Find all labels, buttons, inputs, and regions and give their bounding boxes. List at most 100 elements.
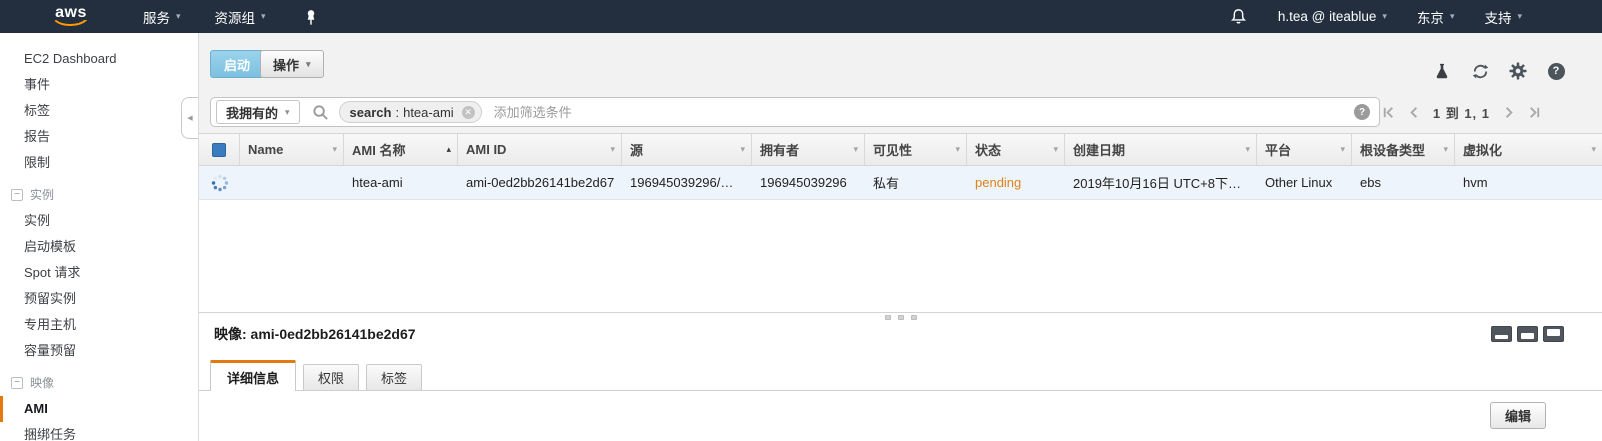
- sidebar-item-tags[interactable]: 标签: [0, 98, 198, 124]
- help-icon[interactable]: ?: [1546, 61, 1566, 81]
- next-page-icon[interactable]: [1501, 105, 1516, 120]
- top-navigation-bar: aws 服务 ▾ 资源组 ▾: [0, 0, 1602, 33]
- tab-tags[interactable]: 标签: [366, 364, 422, 390]
- tab-permissions[interactable]: 权限: [303, 364, 359, 390]
- pagination-controls: 1 到 1, 1: [1381, 97, 1542, 127]
- search-filter-chip[interactable]: search : htea-ami ✕: [339, 101, 482, 123]
- aws-logo[interactable]: aws: [55, 6, 87, 27]
- pane-layout-toggles: [1491, 326, 1564, 342]
- cell-owner: 196945039296: [752, 175, 865, 190]
- sidebar-item-limits[interactable]: 限制: [0, 150, 198, 176]
- column-header-platform[interactable]: 平台 ▾: [1257, 134, 1352, 165]
- collapse-minus-icon: −: [11, 189, 23, 201]
- aws-logo-text: aws: [55, 6, 87, 20]
- refresh-icon[interactable]: [1470, 61, 1490, 81]
- nav-account-menu[interactable]: h.tea @ iteablue ▾: [1278, 9, 1387, 24]
- column-header-root-device-type[interactable]: 根设备类型 ▾: [1352, 134, 1455, 165]
- column-header-ami-name[interactable]: AMI 名称 ▴: [344, 134, 458, 165]
- column-header-virtualization[interactable]: 虚拟化 ▾: [1455, 134, 1602, 165]
- tab-details[interactable]: 详细信息: [210, 360, 296, 391]
- cell-ami-name: htea-ami: [344, 175, 458, 190]
- sidebar-item-bundle-tasks[interactable]: 捆绑任务: [0, 422, 198, 441]
- sidebar-section-instances[interactable]: − 实例: [0, 182, 198, 208]
- nav-support-menu[interactable]: 支持 ▾: [1484, 7, 1522, 27]
- sort-down-icon: ▾: [955, 144, 960, 155]
- main-content: 启动 操作 ▾: [199, 33, 1602, 441]
- pin-icon[interactable]: [302, 8, 320, 26]
- chevron-down-icon: ▾: [306, 59, 311, 70]
- previous-page-icon[interactable]: [1407, 105, 1422, 120]
- chip-value: htea-ami: [403, 105, 454, 120]
- chevron-down-icon: ▾: [176, 11, 181, 22]
- sidebar-item-dedicated-hosts[interactable]: 专用主机: [0, 312, 198, 338]
- pane-layout-small-icon[interactable]: [1491, 326, 1512, 342]
- column-header-ami-id[interactable]: AMI ID ▾: [458, 134, 622, 165]
- search-icon: [312, 104, 329, 121]
- ami-table-header: Name ▾ AMI 名称 ▴ AMI ID ▾ 源 ▾ 拥有者 ▾ 可见性 ▾: [199, 133, 1602, 166]
- experiments-flask-icon[interactable]: [1432, 61, 1452, 81]
- last-page-icon[interactable]: [1527, 105, 1542, 120]
- edit-button[interactable]: 编辑: [1490, 402, 1546, 429]
- sidebar-navigation: EC2 Dashboard 事件 标签 报告 限制 − 实例 实例 启动模板 S…: [0, 33, 199, 441]
- sidebar-item-ec2-dashboard[interactable]: EC2 Dashboard: [0, 46, 198, 72]
- nav-resource-groups-menu[interactable]: 资源组 ▾: [215, 7, 266, 27]
- sidebar-item-capacity-reservations[interactable]: 容量预留: [0, 338, 198, 364]
- sidebar-item-instances[interactable]: 实例: [0, 208, 198, 234]
- column-header-creation-date[interactable]: 创建日期 ▾: [1065, 134, 1257, 165]
- cell-visibility: 私有: [865, 173, 967, 192]
- column-header-owner[interactable]: 拥有者 ▾: [752, 134, 865, 165]
- row-status-cell: [199, 174, 240, 192]
- sidebar-section-images[interactable]: − 映像: [0, 370, 198, 396]
- sort-down-icon: ▾: [1245, 144, 1250, 155]
- settings-gear-icon[interactable]: [1508, 61, 1528, 81]
- sidebar-item-reports[interactable]: 报告: [0, 124, 198, 150]
- sort-down-icon: ▾: [853, 144, 858, 155]
- launch-button[interactable]: 启动: [210, 50, 264, 78]
- first-page-icon[interactable]: [1381, 105, 1396, 120]
- column-header-source[interactable]: 源 ▾: [622, 134, 752, 165]
- column-header-status[interactable]: 状态 ▾: [967, 134, 1065, 165]
- detail-panel: 映像: ami-0ed2bb26141be2d67 详细信息 权限 标签 编辑: [199, 312, 1602, 440]
- owner-filter-dropdown[interactable]: 我拥有的 ▾: [216, 100, 300, 124]
- detail-tab-content: 编辑: [199, 391, 1602, 429]
- cell-platform: Other Linux: [1257, 175, 1352, 190]
- toolbar-area: 启动 操作 ▾: [199, 33, 1602, 133]
- actions-dropdown-button[interactable]: 操作 ▾: [260, 50, 324, 78]
- pane-layout-medium-icon[interactable]: [1517, 326, 1538, 342]
- cell-source: 196945039296/…: [622, 175, 752, 190]
- detail-tabs: 详细信息 权限 标签: [199, 360, 1602, 391]
- sort-up-icon: ▴: [446, 144, 451, 155]
- remove-filter-icon[interactable]: ✕: [462, 106, 475, 119]
- sort-down-icon: ▾: [740, 144, 745, 155]
- chevron-down-icon: ▾: [1450, 11, 1455, 22]
- sidebar-item-spot-requests[interactable]: Spot 请求: [0, 260, 198, 286]
- sort-down-icon: ▾: [1443, 144, 1448, 155]
- topnav-right-group: h.tea @ iteablue ▾ 东京 ▾ 支持 ▾: [1229, 7, 1602, 27]
- sidebar-item-launch-templates[interactable]: 启动模板: [0, 234, 198, 260]
- pane-layout-large-icon[interactable]: [1543, 326, 1564, 342]
- search-help-icon[interactable]: ?: [1354, 104, 1370, 120]
- sidebar-item-ami[interactable]: AMI: [0, 396, 198, 422]
- aws-ec2-console: aws 服务 ▾ 资源组 ▾: [0, 0, 1602, 441]
- column-header-name[interactable]: Name ▾: [240, 134, 344, 165]
- filter-search-bar[interactable]: 我拥有的 ▾ search : htea-ami ✕ ?: [210, 97, 1380, 127]
- sort-down-icon: ▾: [332, 144, 337, 155]
- loading-spinner-icon: [211, 174, 229, 192]
- chip-separator: :: [395, 105, 399, 120]
- nav-services-menu[interactable]: 服务 ▾: [143, 7, 181, 27]
- chevron-left-icon: ◀: [187, 114, 192, 122]
- sidebar-item-events[interactable]: 事件: [0, 72, 198, 98]
- column-header-visibility[interactable]: 可见性 ▾: [865, 134, 967, 165]
- ami-table-row[interactable]: htea-ami ami-0ed2bb26141be2d67 196945039…: [199, 166, 1602, 200]
- sort-down-icon: ▾: [1591, 144, 1596, 155]
- chevron-down-icon: ▾: [285, 107, 290, 118]
- cell-creation-date: 2019年10月16日 UTC+8下…: [1065, 173, 1257, 192]
- sidebar-collapse-handle[interactable]: ◀: [181, 97, 198, 139]
- select-all-checkbox[interactable]: [212, 143, 226, 157]
- nav-region-menu[interactable]: 东京 ▾: [1417, 7, 1455, 27]
- panel-resize-handle[interactable]: [885, 315, 917, 320]
- cell-virtualization: hvm: [1455, 175, 1602, 190]
- notifications-bell-icon[interactable]: [1229, 7, 1248, 26]
- add-filter-input[interactable]: [494, 105, 1354, 120]
- sidebar-item-reserved-instances[interactable]: 预留实例: [0, 286, 198, 312]
